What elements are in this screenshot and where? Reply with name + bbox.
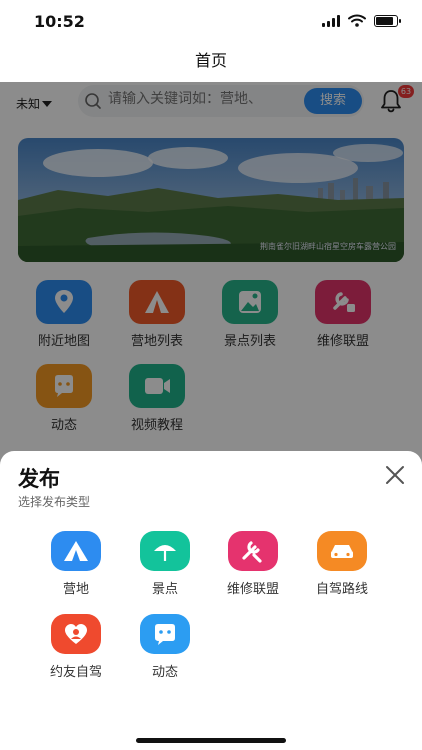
nav-bar: 首页: [0, 44, 422, 82]
chat-bubble-icon: [140, 614, 190, 654]
publish-option-moments[interactable]: 动态: [121, 614, 209, 680]
wrench-icon: [228, 531, 278, 571]
sheet-subtitle: 选择发布类型: [18, 495, 91, 509]
heart-user-icon: [51, 614, 101, 654]
publish-option-label: 景点: [151, 582, 178, 597]
publish-option-label: 自驾路线: [315, 582, 368, 597]
home-indicator: [136, 738, 286, 743]
cellular-signal-icon: [322, 14, 340, 27]
publish-option-label: 营地: [62, 582, 89, 597]
battery-icon: [374, 14, 401, 27]
status-icons: [322, 14, 401, 27]
publish-option-route[interactable]: 自驾路线: [298, 531, 386, 597]
status-time: 10:52: [34, 12, 85, 31]
page-title: 首页: [194, 51, 227, 70]
tent-icon: [51, 531, 101, 571]
status-bar: 10:52: [0, 0, 422, 44]
publish-sheet: 发布 选择发布类型 营地 景点 维修联盟 自驾路线 约友自驾 动态: [0, 451, 422, 750]
close-icon[interactable]: [383, 463, 407, 487]
umbrella-icon: [140, 531, 190, 571]
publish-option-camp[interactable]: 营地: [32, 531, 120, 597]
publish-option-label: 动态: [151, 665, 178, 680]
car-icon: [317, 531, 367, 571]
publish-option-label: 维修联盟: [226, 582, 279, 597]
publish-option-label: 约友自驾: [49, 665, 102, 680]
wifi-icon: [348, 14, 366, 27]
publish-option-scenic[interactable]: 景点: [121, 531, 209, 597]
sheet-title: 发布: [18, 467, 60, 491]
publish-option-repair[interactable]: 维修联盟: [209, 531, 297, 597]
publish-option-meetup[interactable]: 约友自驾: [32, 614, 120, 680]
